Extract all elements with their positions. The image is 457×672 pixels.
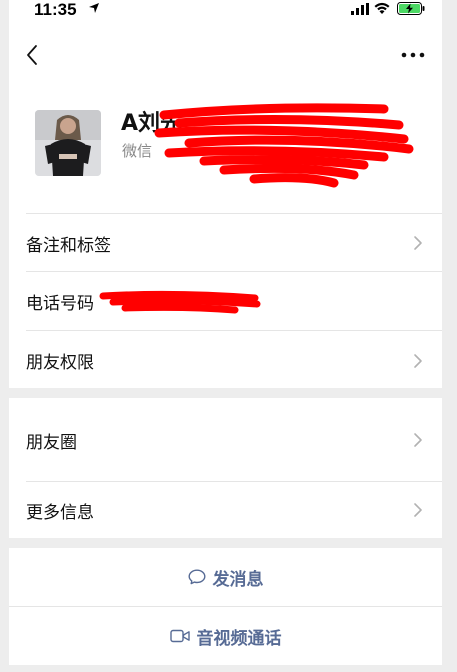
- signal-icon: [351, 3, 369, 15]
- more-info-label: 更多信息: [26, 503, 94, 523]
- ellipsis-icon[interactable]: [401, 50, 425, 60]
- phone-number-label: 电话号码: [26, 294, 94, 314]
- chevron-right-icon: [414, 433, 422, 447]
- left-margin: [0, 0, 9, 672]
- status-bar: 11:35: [9, 0, 442, 20]
- wifi-icon: [374, 2, 390, 14]
- remark-tags-label: 备注和标签: [26, 236, 111, 256]
- battery-charging-icon: [397, 2, 425, 15]
- chevron-left-icon[interactable]: [25, 44, 39, 66]
- chevron-right-icon: [414, 503, 422, 517]
- right-margin: [442, 0, 457, 672]
- redaction-scribble: [154, 103, 414, 188]
- chevron-right-icon: [414, 354, 422, 368]
- actions-card: 发消息 音视频通话: [9, 548, 442, 665]
- redaction-scribble: [99, 290, 261, 314]
- status-time: 11:35: [34, 0, 77, 19]
- remark-tags-row[interactable]: 备注和标签: [9, 214, 442, 271]
- moments-row[interactable]: 朋友圈: [9, 398, 442, 481]
- profile-name: A刘先: [121, 111, 183, 136]
- moments-card: 朋友圈 更多信息: [9, 398, 442, 538]
- friend-permissions-row[interactable]: 朋友权限: [9, 331, 442, 388]
- more-info-row[interactable]: 更多信息: [9, 482, 442, 538]
- wechat-id-label: 微信: [122, 142, 153, 160]
- send-message-button[interactable]: 发消息: [9, 548, 442, 606]
- moments-label: 朋友圈: [26, 433, 77, 453]
- chat-bubble-icon: [188, 569, 205, 585]
- avatar[interactable]: [35, 110, 101, 176]
- video-camera-icon: [169, 629, 190, 643]
- contact-info-card: 备注和标签 电话号码 朋友权限: [9, 213, 442, 388]
- phone-number-row[interactable]: 电话号码: [9, 272, 442, 330]
- av-call-label: 音视频通话: [196, 628, 282, 649]
- avatar-image: [35, 110, 101, 176]
- location-arrow-icon: [89, 3, 99, 13]
- send-message-label: 发消息: [212, 569, 264, 590]
- friend-permissions-label: 朋友权限: [26, 353, 94, 373]
- av-call-button[interactable]: 音视频通话: [9, 607, 442, 665]
- profile-header: A刘先 微信: [9, 20, 442, 213]
- chevron-right-icon: [414, 236, 422, 250]
